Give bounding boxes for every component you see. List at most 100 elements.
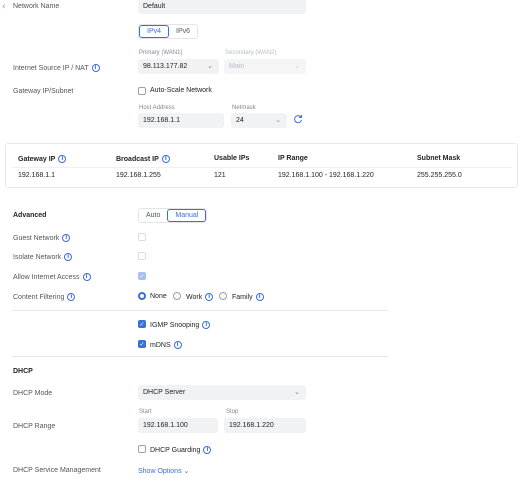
allow-internet-checkbox[interactable]: ✓ — [138, 272, 146, 280]
dhcp-mode-label: DHCP Mode — [13, 390, 53, 397]
internet-source-label: Internet Source IP / NAT i — [13, 64, 100, 72]
back-chevron-icon[interactable]: ‹ — [2, 2, 6, 12]
info-icon[interactable]: i — [64, 253, 73, 261]
table-cell: 192.168.1.100 - 192.168.1.220 — [278, 172, 374, 179]
filter-family-radio[interactable] — [219, 292, 227, 300]
filter-family-label: Family i — [232, 293, 264, 301]
filter-work-radio[interactable] — [173, 292, 181, 300]
table-header-broadcast-ip: Broadcast IP i — [116, 155, 170, 163]
host-address-label: Host Address — [139, 105, 175, 111]
table-cell: 255.255.255.0 — [417, 172, 462, 179]
filter-work-label: Work i — [186, 293, 214, 301]
tab-ipv6[interactable]: IPv6 — [169, 25, 197, 38]
auto-scale-label: Auto-Scale Network — [150, 87, 212, 94]
dhcp-stop-input[interactable]: 192.168.1.220 — [224, 418, 306, 433]
primary-wan-value: 98.113.177.82 — [143, 63, 188, 70]
info-icon[interactable]: i — [205, 293, 214, 301]
guest-network-label: Guest Network i — [13, 234, 71, 242]
content-filtering-label: Content Filtering i — [13, 293, 76, 301]
isolate-network-checkbox[interactable] — [138, 252, 146, 260]
dhcp-range-label: DHCP Range — [13, 423, 56, 430]
table-header-usable-ips: Usable IPs — [214, 155, 250, 162]
dhcp-heading: DHCP — [13, 368, 33, 375]
netmask-value: 24 — [236, 117, 244, 124]
isolate-network-text: Isolate Network — [13, 253, 62, 261]
mdns-label: mDNS i — [150, 341, 182, 349]
chevron-down-icon: ⌄ — [183, 467, 190, 475]
info-icon[interactable]: i — [91, 64, 100, 72]
info-icon[interactable]: i — [161, 155, 170, 163]
gateway-subnet-label: Gateway IP/Subnet — [13, 88, 74, 95]
secondary-wan-value: Main — [229, 63, 245, 70]
advanced-mode-toggle: Auto Manual — [138, 208, 208, 223]
info-icon[interactable]: i — [203, 446, 212, 454]
dhcp-stop-label: Stop — [226, 409, 239, 415]
dhcp-guarding-checkbox[interactable] — [138, 445, 146, 453]
ip-version-toggle: IPv4 IPv6 — [138, 24, 199, 39]
info-icon[interactable]: i — [82, 273, 91, 281]
table-header-gateway-ip: Gateway IP i — [18, 155, 67, 163]
show-options-link[interactable]: Show Options ⌄ — [138, 467, 189, 475]
netmask-select[interactable]: 24 ⌄ — [231, 113, 287, 128]
dhcp-start-label: Start — [139, 409, 152, 415]
info-icon[interactable]: i — [255, 293, 264, 301]
filter-none-label: None — [150, 293, 167, 300]
filter-work-text: Work — [186, 293, 203, 301]
isolate-network-label: Isolate Network i — [13, 253, 73, 261]
primary-wan-select[interactable]: 98.113.177.82 ⌄ — [138, 59, 219, 74]
guest-network-text: Guest Network — [13, 234, 60, 242]
chevron-down-icon: ⌄ — [275, 116, 281, 124]
dhcp-guarding-text: DHCP Guarding — [150, 446, 201, 454]
secondary-wan-label: Secondary (WAN2) — [225, 50, 277, 56]
filter-none-radio[interactable] — [138, 292, 146, 300]
network-name-input[interactable]: Default — [138, 0, 306, 14]
advanced-heading: Advanced — [13, 212, 47, 219]
tab-ipv4[interactable]: IPv4 — [139, 25, 170, 38]
mdns-text: mDNS — [150, 341, 171, 349]
host-address-input[interactable]: 192.168.1.1 — [138, 113, 224, 128]
secondary-wan-select[interactable]: Main ⌄ — [224, 59, 306, 74]
info-icon[interactable]: i — [62, 234, 71, 242]
mdns-checkbox[interactable]: ✓ — [138, 340, 146, 348]
info-icon[interactable]: i — [58, 155, 67, 163]
network-name-label: Network Name — [13, 3, 60, 10]
auto-scale-checkbox[interactable] — [138, 87, 146, 95]
table-header-text: Gateway IP — [18, 155, 56, 163]
igmp-snooping-label: IGMP Snooping i — [150, 321, 211, 329]
allow-internet-label: Allow Internet Access i — [13, 273, 91, 281]
chevron-down-icon: ⌄ — [207, 62, 213, 70]
refresh-icon[interactable] — [293, 114, 303, 124]
dhcp-mode-value: DHCP Server — [143, 389, 186, 396]
table-cell: 192.168.1.1 — [18, 172, 55, 179]
table-header-subnet-mask: Subnet Mask — [417, 155, 461, 162]
chevron-down-icon: ⌄ — [294, 388, 300, 396]
tab-manual[interactable]: Manual — [167, 209, 207, 222]
dhcp-start-input[interactable]: 192.168.1.100 — [138, 418, 218, 433]
internet-source-text: Internet Source IP / NAT — [13, 64, 89, 72]
dhcp-mode-select[interactable]: DHCP Server ⌄ — [138, 385, 306, 400]
table-divider — [12, 167, 512, 168]
table-cell: 121 — [214, 172, 226, 179]
table-header-ip-range: IP Range — [278, 155, 308, 162]
allow-internet-text: Allow Internet Access — [13, 273, 80, 281]
table-header-text: Broadcast IP — [116, 155, 159, 163]
primary-wan-label: Primary (WAN1) — [139, 50, 183, 56]
divider — [12, 356, 388, 357]
content-filtering-text: Content Filtering — [13, 293, 65, 301]
igmp-snooping-checkbox[interactable]: ✓ — [138, 320, 146, 328]
tab-auto[interactable]: Auto — [139, 209, 167, 222]
show-options-text: Show Options — [138, 468, 182, 475]
divider — [12, 310, 388, 311]
netmask-label: Netmask — [232, 105, 256, 111]
info-icon[interactable]: i — [202, 321, 211, 329]
chevron-down-icon: ⌄ — [294, 62, 300, 70]
dhcp-service-label: DHCP Service Management — [13, 467, 101, 474]
info-icon[interactable]: i — [67, 293, 76, 301]
filter-family-text: Family — [232, 293, 253, 301]
igmp-snooping-text: IGMP Snooping — [150, 321, 200, 329]
info-icon[interactable]: i — [173, 341, 182, 349]
table-cell: 192.168.1.255 — [116, 172, 161, 179]
guest-network-checkbox[interactable] — [138, 233, 146, 241]
ip-summary-table: Gateway IP i Broadcast IP i Usable IPs IP … — [5, 143, 518, 188]
dhcp-guarding-label: DHCP Guarding i — [150, 446, 212, 454]
